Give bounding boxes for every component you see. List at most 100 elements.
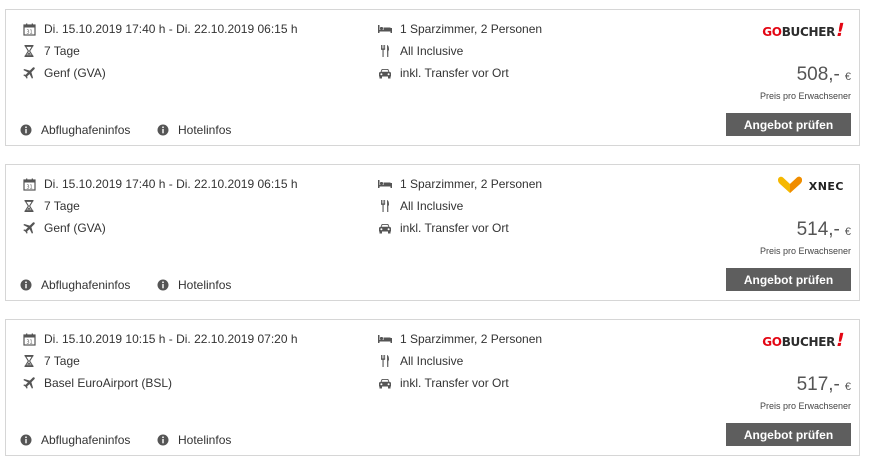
board-type: All Inclusive (377, 197, 463, 215)
operator-logo-xnec: XNEC (776, 175, 844, 197)
board-type: All Inclusive (377, 42, 463, 60)
price: 514,- € (797, 219, 851, 241)
airport-info-link[interactable]: Abflughafeninfos (18, 122, 130, 138)
airport-info-link[interactable]: Abflughafeninfos (18, 432, 130, 448)
hourglass-icon (21, 198, 37, 214)
airport-info-label[interactable]: Abflughafeninfos (41, 123, 130, 137)
room-text: 1 Sparzimmer, 2 Personen (400, 332, 543, 346)
info-icon (18, 122, 34, 138)
logo-go-text: GO (762, 25, 782, 39)
transfer: inkl. Transfer vor Ort (377, 219, 509, 237)
info-icon (18, 432, 34, 448)
car-icon (377, 375, 393, 391)
hotel-info-label[interactable]: Hotelinfos (178, 433, 231, 447)
operator-logo-gobucher: GO BUCHER! (762, 20, 847, 42)
cutlery-icon (377, 43, 393, 59)
info-icon (155, 277, 171, 293)
airport-text: Basel EuroAirport (BSL) (44, 376, 173, 390)
xnec-heart-icon (777, 176, 802, 193)
price-note: Preis pro Erwachsener (759, 401, 851, 411)
room-type: 1 Sparzimmer, 2 Personen (377, 330, 542, 348)
svg-text:31: 31 (26, 339, 32, 345)
transfer-text: inkl. Transfer vor Ort (400, 221, 509, 235)
board-text: All Inclusive (400, 354, 464, 368)
hotel-info-link[interactable]: Hotelinfos (155, 432, 231, 448)
price-note: Preis pro Erwachsener (759, 246, 851, 256)
travel-dates-text: Di. 15.10.2019 17:40 h - Di. 22.10.2019 … (44, 22, 298, 36)
transfer-text: inkl. Transfer vor Ort (400, 66, 509, 80)
hotel-info-label[interactable]: Hotelinfos (178, 278, 231, 292)
departure-airport: Genf (GVA) (21, 64, 106, 82)
price-amount: 517,- (796, 374, 840, 395)
calendar-icon: 31 (21, 176, 37, 192)
transfer-text: inkl. Transfer vor Ort (400, 376, 509, 390)
airport-info-label[interactable]: Abflughafeninfos (41, 278, 130, 292)
price: 508,- € (797, 64, 851, 86)
duration: 7 Tage (21, 197, 80, 215)
bed-icon (377, 331, 393, 347)
logo-bang-text: ! (833, 20, 847, 41)
price-note: Preis pro Erwachsener (759, 91, 851, 101)
logo-xnec-text: XNEC (808, 179, 844, 193)
airport-text: Genf (GVA) (44, 221, 106, 235)
price-currency: € (844, 381, 851, 393)
svg-text:31: 31 (26, 184, 32, 190)
board-text: All Inclusive (400, 44, 464, 58)
hourglass-icon (21, 43, 37, 59)
info-icon (18, 277, 34, 293)
room-type: 1 Sparzimmer, 2 Personen (377, 175, 542, 193)
price: 517,- € (797, 374, 851, 396)
logo-bucher-text: BUCHER (781, 25, 836, 39)
logo-go-text: GO (762, 335, 782, 349)
duration: 7 Tage (21, 42, 80, 60)
car-icon (377, 220, 393, 236)
info-icon (155, 432, 171, 448)
room-type: 1 Sparzimmer, 2 Personen (377, 20, 542, 38)
bed-icon (377, 21, 393, 37)
price-currency: € (844, 226, 851, 238)
transfer: inkl. Transfer vor Ort (377, 64, 509, 82)
cutlery-icon (377, 353, 393, 369)
duration-text: 7 Tage (44, 354, 80, 368)
logo-bucher-text: BUCHER (781, 335, 836, 349)
check-offer-button[interactable]: Angebot prüfen (726, 268, 851, 291)
duration-text: 7 Tage (44, 44, 80, 58)
airport-info-link[interactable]: Abflughafeninfos (18, 277, 130, 293)
check-offer-button[interactable]: Angebot prüfen (726, 423, 851, 446)
airplane-icon (21, 220, 37, 236)
room-text: 1 Sparzimmer, 2 Personen (400, 177, 543, 191)
svg-text:31: 31 (26, 29, 32, 35)
cutlery-icon (377, 198, 393, 214)
operator-logo-gobucher: GO BUCHER! (762, 330, 847, 352)
airport-info-label[interactable]: Abflughafeninfos (41, 433, 130, 447)
offer-card-2: 31 Di. 15.10.2019 17:40 h - Di. 22.10.20… (5, 164, 860, 301)
travel-dates: 31 Di. 15.10.2019 10:15 h - Di. 22.10.20… (21, 330, 298, 348)
travel-dates: 31 Di. 15.10.2019 17:40 h - Di. 22.10.20… (21, 175, 298, 193)
travel-dates: 31 Di. 15.10.2019 17:40 h - Di. 22.10.20… (21, 20, 298, 38)
board-type: All Inclusive (377, 352, 463, 370)
car-icon (377, 65, 393, 81)
hotel-info-label[interactable]: Hotelinfos (178, 123, 231, 137)
travel-dates-text: Di. 15.10.2019 10:15 h - Di. 22.10.2019 … (44, 332, 298, 346)
check-offer-button[interactable]: Angebot prüfen (726, 113, 851, 136)
hotel-info-link[interactable]: Hotelinfos (155, 122, 231, 138)
duration-text: 7 Tage (44, 199, 80, 213)
travel-dates-text: Di. 15.10.2019 17:40 h - Di. 22.10.2019 … (44, 177, 298, 191)
bed-icon (377, 176, 393, 192)
hotel-info-link[interactable]: Hotelinfos (155, 277, 231, 293)
departure-airport: Genf (GVA) (21, 219, 106, 237)
calendar-icon: 31 (21, 331, 37, 347)
price-amount: 508,- (796, 64, 840, 85)
airplane-icon (21, 65, 37, 81)
duration: 7 Tage (21, 352, 80, 370)
offer-card-3: 31 Di. 15.10.2019 10:15 h - Di. 22.10.20… (5, 319, 860, 456)
room-text: 1 Sparzimmer, 2 Personen (400, 22, 543, 36)
logo-bang-text: ! (833, 330, 847, 351)
price-currency: € (844, 71, 851, 83)
airplane-icon (21, 375, 37, 391)
price-amount: 514,- (796, 219, 840, 240)
info-icon (155, 122, 171, 138)
transfer: inkl. Transfer vor Ort (377, 374, 509, 392)
board-text: All Inclusive (400, 199, 464, 213)
calendar-icon: 31 (21, 21, 37, 37)
